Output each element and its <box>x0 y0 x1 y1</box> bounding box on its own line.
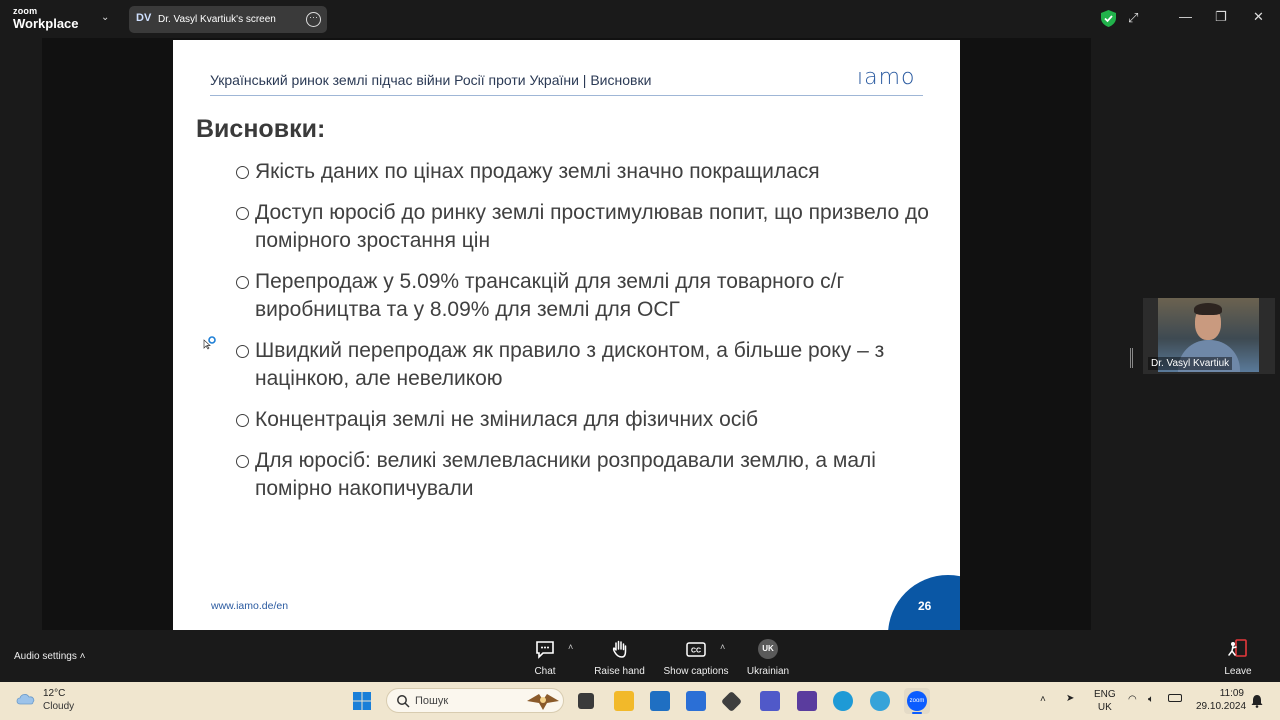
zoom-title-bar: zoom Workplace ⌄ DV Dr. Vasyl Kvartiuk's… <box>0 0 1280 38</box>
globe-app-icon[interactable] <box>870 691 890 711</box>
minimize-icon[interactable]: — <box>1179 9 1192 24</box>
bullet-item: Доступ юросіб до ринку землі простимулюв… <box>236 199 936 255</box>
more-options-icon[interactable]: ··· <box>306 12 321 27</box>
microsoft-store-icon[interactable] <box>650 691 670 711</box>
meeting-toolbar: Audio settings ˄ Chat ˄ Raise hand CC Sh… <box>0 630 1280 682</box>
search-placeholder: Пошук <box>415 695 449 707</box>
share-initials: DV <box>136 12 152 24</box>
captions-options-caret[interactable]: ˄ <box>720 642 725 652</box>
language-label: Ukrainian <box>746 666 790 677</box>
annotation-cursor-icon <box>203 336 216 350</box>
active-app-indicator <box>912 712 922 714</box>
restore-icon[interactable]: ❐ <box>1215 9 1227 25</box>
chevron-up-icon[interactable]: ˄ <box>1040 693 1046 706</box>
page-number: 26 <box>918 599 932 613</box>
zoom-workplace-logo[interactable]: zoom Workplace <box>13 6 79 31</box>
volume-icon[interactable]: 🔈︎ <box>1148 693 1154 706</box>
chevron-up-icon: ˄ <box>79 651 86 662</box>
audio-settings-button[interactable]: Audio settings ˄ <box>14 651 85 662</box>
bullet-item: Швидкий перепродаж як правило з дисконто… <box>236 337 936 393</box>
system-clock[interactable]: 11:09 29.10.2024 <box>1196 687 1247 713</box>
show-captions-label: Show captions <box>663 666 729 677</box>
leave-label: Leave <box>1224 666 1252 677</box>
slide-header: Український ринок землі підчас війни Рос… <box>210 72 652 88</box>
bullet-item: Концентрація землі не змінилася для фізи… <box>236 406 936 434</box>
zoom-taskbar-button[interactable]: zoom <box>904 688 930 714</box>
chat-button[interactable]: Chat <box>526 638 564 677</box>
raise-hand-label: Raise hand <box>594 666 645 677</box>
search-icon <box>397 695 410 708</box>
participant-hair <box>1194 303 1222 315</box>
shield-check-icon[interactable] <box>1101 10 1116 27</box>
chat-options-caret[interactable]: ˄ <box>568 642 573 652</box>
battery-icon[interactable] <box>1168 694 1182 702</box>
language-secondary: UK <box>1097 702 1112 713</box>
participant-video-thumbnail[interactable]: Dr. Vasyl Kvartiuk <box>1143 298 1275 374</box>
iamo-logo: ıamo <box>857 65 916 90</box>
circle-bullet-icon <box>236 207 249 220</box>
input-language-indicator[interactable]: ENG UK <box>1094 688 1116 714</box>
zoom-app-icon: zoom <box>907 691 927 711</box>
chevron-down-icon[interactable]: ⌄ <box>101 12 109 23</box>
slide-url: www.iamo.de/en <box>211 600 289 612</box>
close-icon[interactable]: ✕ <box>1253 9 1264 25</box>
file-explorer-icon[interactable] <box>614 691 634 711</box>
unity-icon[interactable] <box>720 690 743 713</box>
circle-bullet-icon <box>236 345 249 358</box>
windows-taskbar: 12°C Cloudy Пошук zoom ˄ ➤ ENG UK ◠ 🔈︎ 1… <box>0 682 1280 720</box>
task-view-icon[interactable] <box>578 693 594 709</box>
bullet-list: Якість даних по цінах продажу землі знач… <box>236 158 936 516</box>
interpretation-language-button[interactable]: UK Ukrainian <box>742 638 794 677</box>
hand-icon <box>612 640 626 658</box>
clock-time: 11:09 <box>1219 688 1244 699</box>
brand-top: zoom <box>13 6 38 16</box>
taskbar-search[interactable]: Пошук <box>386 688 564 713</box>
save-app-icon[interactable] <box>797 691 817 711</box>
leave-icon <box>1228 639 1247 657</box>
circle-bullet-icon <box>236 414 249 427</box>
slide-title: Висновки: <box>196 115 326 143</box>
temperature: 12°C <box>43 688 66 699</box>
chat-icon <box>536 641 554 659</box>
header-divider <box>210 95 923 96</box>
svg-text:CC: CC <box>691 648 701 655</box>
location-arrow-icon[interactable]: ➤ <box>1066 692 1074 705</box>
bullet-item: Перепродаж у 5.09% трансакцій для землі … <box>236 268 936 324</box>
cloud-icon <box>16 694 35 705</box>
wifi-icon[interactable]: ◠ <box>1128 693 1137 706</box>
teams-icon[interactable] <box>760 691 780 711</box>
clock-date: 29.10.2024 <box>1196 701 1247 712</box>
raise-hand-button[interactable]: Raise hand <box>592 638 647 677</box>
screen-share-indicator[interactable]: DV Dr. Vasyl Kvartiuk's screen ··· <box>129 6 327 33</box>
presentation-slide: Український ринок землі підчас війни Рос… <box>173 40 960 630</box>
bullet-item: Для юросіб: великі землевласники розпрод… <box>236 447 936 503</box>
chat-label: Chat <box>534 666 556 677</box>
notification-bell-icon[interactable] <box>1251 694 1263 708</box>
language-primary: ENG <box>1094 689 1116 700</box>
edge-browser-icon[interactable] <box>833 691 853 711</box>
weather-condition: Cloudy <box>43 701 75 712</box>
share-title: Dr. Vasyl Kvartiuk's screen <box>158 14 276 25</box>
circle-bullet-icon <box>236 166 249 179</box>
search-highlight-icon <box>527 694 559 710</box>
brand-bottom: Workplace <box>13 16 79 31</box>
circle-bullet-icon <box>236 276 249 289</box>
captions-icon: CC <box>686 642 706 657</box>
leave-button[interactable]: Leave <box>1224 638 1252 677</box>
visual-studio-code-icon[interactable] <box>686 691 706 711</box>
participant-name: Dr. Vasyl Kvartiuk <box>1148 357 1233 370</box>
thumbnail-drag-handle[interactable] <box>1130 348 1133 368</box>
bullet-item: Якість даних по цінах продажу землі знач… <box>236 158 936 186</box>
fullscreen-icon[interactable]: ⤢ <box>1128 10 1138 26</box>
weather-widget[interactable]: 12°C Cloudy <box>14 688 74 713</box>
language-badge: UK <box>758 639 778 659</box>
circle-bullet-icon <box>236 455 249 468</box>
windows-start-icon[interactable] <box>352 691 372 711</box>
